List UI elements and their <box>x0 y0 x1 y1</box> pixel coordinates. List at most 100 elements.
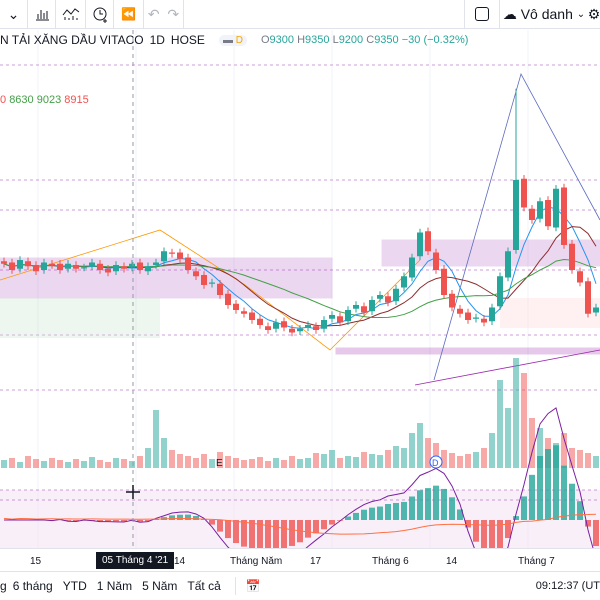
goto-date-icon[interactable]: 📅 <box>246 579 261 593</box>
candle <box>545 200 551 227</box>
candle <box>81 267 87 269</box>
candle <box>473 317 479 319</box>
candle <box>305 325 311 328</box>
macd-histogram-bar <box>513 516 519 520</box>
volume-bar <box>233 458 239 468</box>
time-label: 17 <box>310 556 322 567</box>
save-layout-button[interactable]: ☁ Vô danh ⌄ <box>500 0 588 29</box>
macd-histogram-bar <box>401 501 407 520</box>
volume-bar <box>457 456 463 468</box>
replay-icon[interactable]: ⏪ <box>114 0 144 29</box>
macd-histogram-bar <box>521 496 527 520</box>
volume-bar <box>177 454 183 468</box>
fullscreen-icon[interactable] <box>464 0 500 29</box>
range-1y-button[interactable]: 1 Năm <box>97 579 132 593</box>
redo-icon[interactable]: ↷ <box>167 6 179 23</box>
volume-bar <box>209 459 215 468</box>
macd-histogram-bar <box>169 515 175 520</box>
candle <box>97 263 103 270</box>
volume-bar <box>289 456 295 468</box>
chevron-down-icon[interactable]: ⌄ <box>0 0 28 29</box>
candle <box>1 261 7 264</box>
macd-histogram-bar <box>593 520 599 547</box>
range-5y-button[interactable]: 5 Năm <box>142 579 177 593</box>
chart-type-icon[interactable] <box>28 0 56 29</box>
macd-histogram-bar <box>489 520 495 548</box>
volume-bar <box>345 456 351 468</box>
candle <box>65 263 71 269</box>
range-6m-button[interactable]: 6 tháng <box>13 579 53 593</box>
macd-histogram-bar <box>329 520 335 525</box>
volume-bar <box>169 450 175 468</box>
volume-bar <box>121 459 127 468</box>
candle <box>553 188 559 228</box>
volume-bar <box>281 460 287 468</box>
volume-bar <box>65 462 71 468</box>
top-toolbar: ⌄ ⏪ ↶ ↷ ☁ Vô danh ⌄ ⚙ <box>0 0 600 29</box>
indicators-icon[interactable] <box>56 0 86 29</box>
candle <box>441 268 447 295</box>
volume-bar <box>513 358 519 468</box>
candle <box>521 178 527 208</box>
range-ytd-button[interactable]: YTD <box>63 579 87 593</box>
macd-histogram-bar <box>241 520 247 547</box>
volume-bar <box>337 458 343 468</box>
candle <box>361 306 367 313</box>
volume-bar <box>193 458 199 468</box>
candle <box>433 252 439 270</box>
volume-bar <box>321 454 327 468</box>
candle <box>33 265 39 272</box>
alert-add-icon[interactable] <box>86 0 114 29</box>
undo-icon[interactable]: ↶ <box>148 6 160 23</box>
range-button[interactable]: g <box>0 579 7 593</box>
candle <box>25 261 31 267</box>
macd-histogram-bar <box>193 515 199 520</box>
macd-histogram-bar <box>361 509 367 520</box>
macd-histogram-bar <box>233 520 239 544</box>
candle <box>393 288 399 302</box>
price-chart[interactable]: ED <box>0 30 600 548</box>
volume-bar <box>1 460 7 468</box>
candle <box>177 252 183 259</box>
volume-bar <box>33 459 39 468</box>
macd-histogram-bar <box>281 520 287 548</box>
symbol-name[interactable]: N TẢI XĂNG DẦU VITACO <box>0 33 144 47</box>
volume-bar <box>353 457 359 468</box>
volume-bar <box>249 459 255 468</box>
chevron-down-icon: ⌄ <box>576 8 586 20</box>
candle <box>145 266 151 272</box>
macd-histogram-bar <box>481 520 487 548</box>
interval[interactable]: 1D <box>150 33 165 47</box>
candle <box>497 276 503 307</box>
settings-icon[interactable]: ⚙ <box>588 0 600 29</box>
volume-bar <box>473 452 479 468</box>
candle <box>489 307 495 322</box>
candle <box>561 187 567 245</box>
candle <box>417 232 423 257</box>
macd-histogram-bar <box>105 520 111 522</box>
time-axis[interactable]: 15 05 Tháng 4 '21 14 Tháng Năm 17 Tháng … <box>0 548 600 570</box>
volume-bar <box>393 446 399 468</box>
volume-bar <box>505 408 511 468</box>
macd-histogram-bar <box>433 485 439 520</box>
volume-bar <box>41 461 47 468</box>
undo-redo: ↶ ↷ <box>144 0 184 29</box>
range-all-button[interactable]: Tất cả <box>187 579 220 593</box>
macd-histogram-bar <box>113 520 119 522</box>
volume-bar <box>145 448 151 468</box>
macd-histogram-bar <box>249 520 255 548</box>
macd-histogram-bar <box>273 520 279 548</box>
candle <box>129 263 135 268</box>
zone-rect <box>335 347 600 355</box>
candle <box>529 208 535 220</box>
candle <box>537 201 543 219</box>
volume-bar <box>593 456 599 468</box>
volume-bar <box>361 452 367 468</box>
macd-histogram-bar <box>369 507 375 520</box>
symbol-legend: N TẢI XĂNG DẦU VITACO 1D HOSE ▬ D O9300 … <box>0 33 468 47</box>
volume-bar <box>385 450 391 468</box>
volume-bar <box>329 450 335 468</box>
ohlc: O9300 H9350 L9200 C9350 −30 (−0.32%) <box>260 34 469 46</box>
macd-histogram-bar <box>385 504 391 520</box>
volume-bar <box>97 460 103 468</box>
